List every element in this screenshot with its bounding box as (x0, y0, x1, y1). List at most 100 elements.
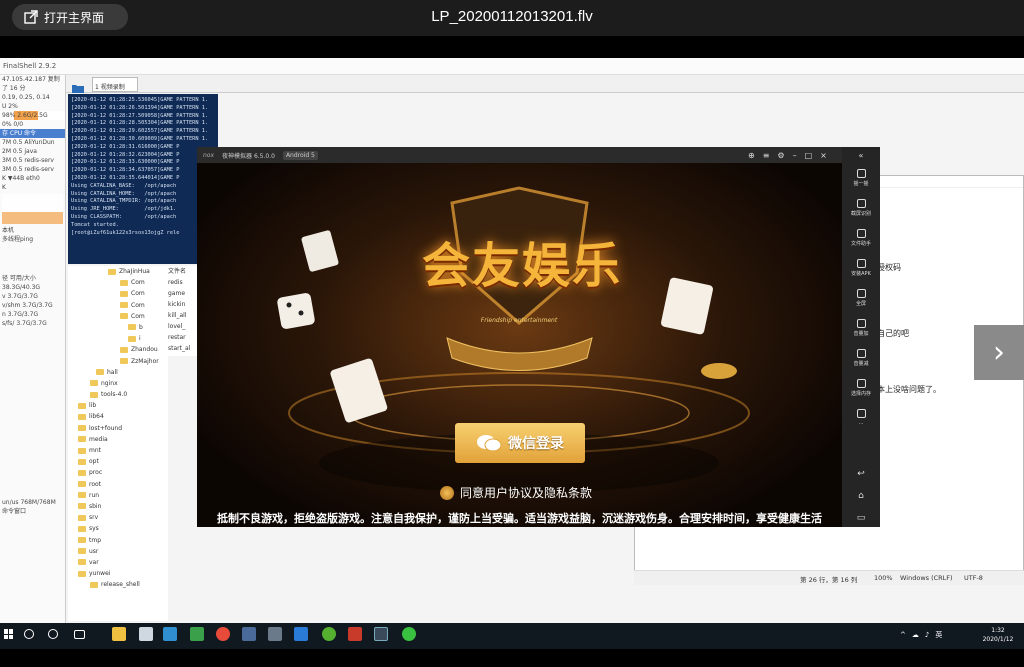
sidebar-info-row: 2M 0.5 java (2, 148, 37, 155)
tree-item[interactable]: tmp (68, 535, 168, 546)
emulator-side-button[interactable]: 音量减 (842, 349, 880, 367)
tab-video-record[interactable]: 1 视频录制 (92, 77, 138, 92)
tree-item[interactable]: b (68, 322, 168, 333)
video-title: LP_20200112013201.flv (431, 8, 593, 25)
tree-item[interactable]: run (68, 490, 168, 501)
tab-label: 1 视频录制 (95, 84, 125, 91)
next-arrow-button[interactable]: › (974, 325, 1024, 380)
tree-item[interactable]: ZzMajhor (68, 356, 168, 367)
tree-item[interactable]: sbin (68, 501, 168, 512)
file-explorer-icon[interactable] (112, 627, 126, 641)
task-view-icon[interactable] (74, 630, 85, 639)
app-icon[interactable] (163, 627, 177, 641)
wechat-taskbar-icon[interactable] (402, 627, 416, 641)
app-icon[interactable] (268, 627, 282, 641)
tree-item[interactable]: ZhaJinHua (68, 266, 168, 277)
emulator-side-button[interactable]: 文件助手 (842, 229, 880, 247)
folder-icon[interactable] (72, 78, 84, 93)
tree-item[interactable]: lib64 (68, 411, 168, 422)
file-list[interactable]: 文件名 redis game kickin kill_all lovel_ restar st… (168, 266, 198, 356)
ime-indicator[interactable]: 英 (935, 630, 942, 640)
agree-terms-checkbox[interactable]: 同意用户协议及隐私条款 (440, 484, 660, 501)
file-list-item[interactable]: kickin (168, 299, 198, 310)
tree-item[interactable]: usr (68, 546, 168, 557)
tree-item[interactable]: lib (68, 400, 168, 411)
tree-item[interactable]: root (68, 479, 168, 490)
tree-item[interactable]: yunwei (68, 568, 168, 579)
emulator-side-button[interactable]: 摇一摇 (842, 169, 880, 187)
emulator-side-button[interactable]: 选择内存 (842, 379, 880, 397)
maximize-icon[interactable]: □ (805, 151, 813, 160)
tree-item[interactable]: var (68, 557, 168, 568)
windows-start-icon[interactable] (4, 629, 14, 639)
gift-icon[interactable]: ⊕ (748, 151, 755, 160)
folder-icon (90, 380, 98, 387)
back-icon[interactable]: ↩ (842, 469, 880, 479)
volume-icon[interactable]: ♪ (925, 631, 929, 639)
app-icon[interactable] (348, 627, 362, 641)
wechat-login-button[interactable]: 微信登录 (455, 423, 585, 463)
terminal-output[interactable]: [2020-01-12 01:28:25.536045]GAME PATTERN… (68, 94, 218, 264)
minimize-icon[interactable]: – (793, 151, 797, 160)
emulator-side-button[interactable]: 截屏识别 (842, 199, 880, 217)
tree-item[interactable]: opt (68, 456, 168, 467)
tree-item[interactable]: mnt (68, 445, 168, 456)
app-icon[interactable] (242, 627, 256, 641)
chrome-icon[interactable] (216, 627, 230, 641)
tree-item-label: Com (131, 301, 145, 309)
terminal-line: [2020-01-12 01:28:34.637057]GAME P (71, 167, 180, 174)
game-screen[interactable]: Friendship entertainment (197, 163, 842, 527)
file-list-item[interactable]: redis (168, 277, 198, 288)
tree-item[interactable]: hall (68, 367, 168, 378)
tree-item[interactable]: i (68, 333, 168, 344)
tree-item-label: sys (89, 525, 99, 533)
collapse-sidebar-icon[interactable]: « (842, 151, 880, 160)
tree-item[interactable]: proc (68, 467, 168, 478)
tree-item[interactable]: media (68, 434, 168, 445)
sidebar-info-row: 38.3G/40.3G (2, 284, 41, 291)
file-list-item[interactable]: kill_all (168, 310, 198, 321)
settings-icon[interactable]: ⚙ (777, 151, 784, 160)
tree-item[interactable]: nginx (68, 378, 168, 389)
tree-item[interactable]: sys (68, 523, 168, 534)
sidebar-info-row: 3M 0.5 redis-serv (2, 166, 54, 173)
menu-icon[interactable]: ≡ (763, 151, 770, 160)
home-icon[interactable]: ⌂ (842, 491, 880, 501)
tree-item[interactable]: Com (68, 311, 168, 322)
finalshell-taskbar-icon[interactable] (374, 627, 388, 641)
app-icon[interactable] (190, 627, 204, 641)
close-icon[interactable]: × (820, 151, 827, 160)
file-list-header[interactable]: 文件名 (168, 266, 198, 277)
folder-icon (78, 458, 86, 465)
recents-icon[interactable]: ▭ (842, 513, 880, 523)
tree-item[interactable]: lost+found (68, 423, 168, 434)
app-icon[interactable] (322, 627, 336, 641)
cursor-position: 第 26 行，第 16 列 (800, 576, 858, 584)
tree-item[interactable]: release_shell (68, 579, 168, 590)
cortana-icon[interactable] (48, 629, 58, 639)
cloud-icon[interactable]: ☁ (912, 631, 919, 639)
file-list-item[interactable]: game (168, 288, 198, 299)
tree-item[interactable]: tools-4.0 (68, 389, 168, 400)
tree-item[interactable]: Com (68, 300, 168, 311)
file-tree[interactable]: ZhaJinHua Com Com Com Com b i Zhandou ZzMajhor ha… (68, 266, 168, 621)
clock[interactable]: 1:32 2020/1/12 (976, 623, 1020, 649)
emulator-side-label: ... (858, 420, 864, 426)
tree-item[interactable]: Zhandou (68, 344, 168, 355)
chevron-up-icon[interactable]: ^ (900, 631, 906, 639)
tree-item[interactable]: srv (68, 512, 168, 523)
search-icon[interactable] (24, 629, 34, 639)
sidebar-info-row: U 2% (2, 103, 18, 110)
tree-item[interactable]: Com (68, 277, 168, 288)
app-icon[interactable] (294, 627, 308, 641)
emulator-side-button[interactable]: 全屏 (842, 289, 880, 307)
tree-item[interactable]: Com (68, 288, 168, 299)
mail-icon[interactable] (139, 627, 153, 641)
file-list-item[interactable]: lovel_ (168, 321, 198, 332)
file-list-item[interactable]: restar (168, 332, 198, 343)
file-list-item[interactable]: start_al (168, 343, 198, 354)
emulator-side-button[interactable]: 安装APK (842, 259, 880, 277)
tree-item-label: root (89, 480, 102, 488)
emulator-side-button[interactable]: 音量加 (842, 319, 880, 337)
emulator-side-button[interactable]: ... (842, 409, 880, 426)
